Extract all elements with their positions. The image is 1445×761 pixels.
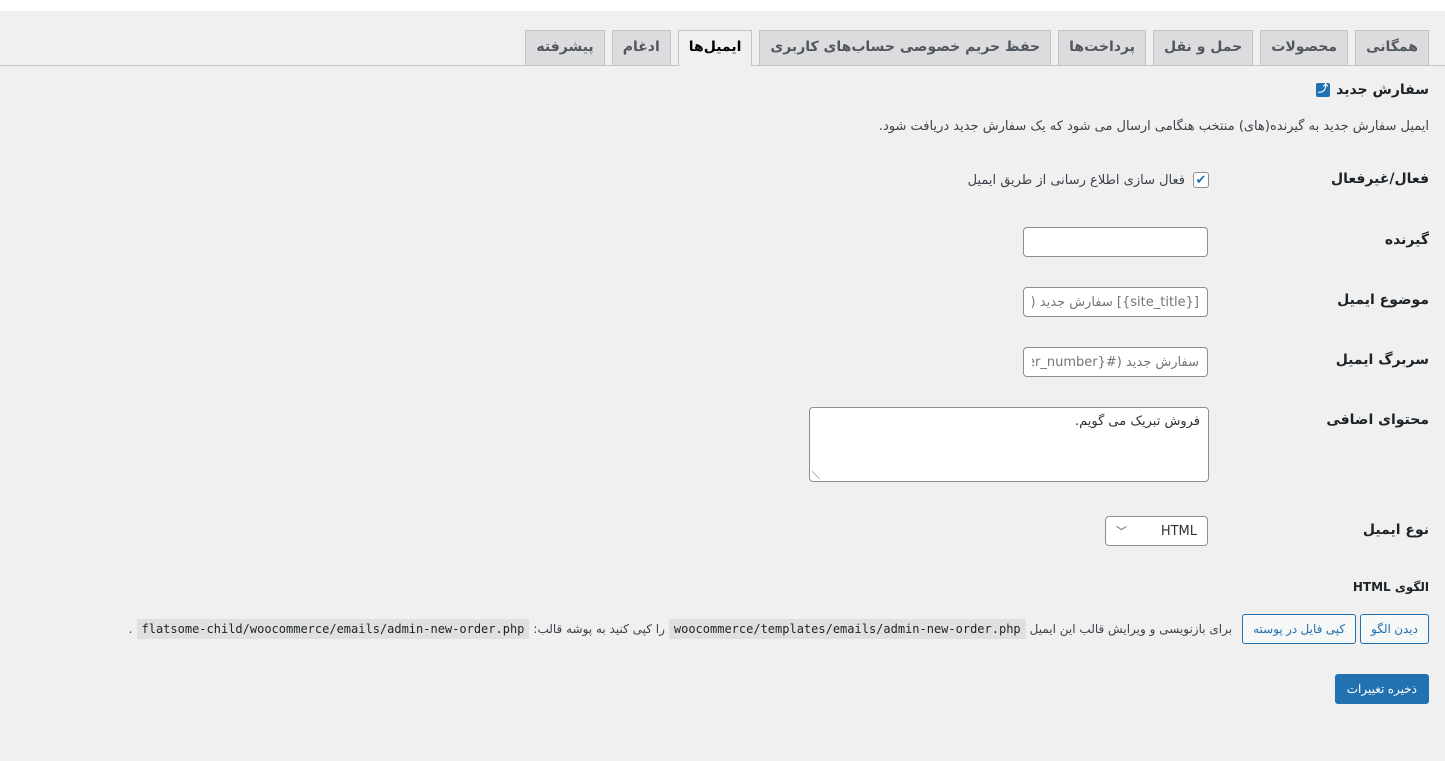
heading-label: سربرگ ایمیل [1335, 352, 1429, 368]
tab-privacy[interactable]: حفظ حریم خصوصی حساب‌های کاربری [759, 30, 1052, 65]
template-source-path: woocommerce/templates/emails/admin-new-o… [668, 619, 1026, 639]
additional-content-value: فروش تبریک می گویم. [1074, 414, 1200, 429]
enable-label: فعال/غیرفعال [1330, 171, 1429, 187]
recipient-label: گیرنده [1384, 232, 1429, 248]
template-row: دیدن الگو کپی فایل در پوسته برای بازنویس… [129, 614, 1429, 644]
tab-payments[interactable]: پرداخت‌ها [1058, 30, 1146, 65]
return-icon[interactable]: ⤴ [1316, 83, 1331, 97]
section-title-text: سفارش جدید [1336, 82, 1429, 98]
tab-advanced[interactable]: پیشرفته [525, 30, 605, 65]
tab-shipping[interactable]: حمل و نقل [1152, 30, 1254, 65]
additional-content-textarea[interactable]: فروش تبریک می گویم. [809, 407, 1209, 482]
email-type-value: HTML [1160, 523, 1197, 539]
recipient-input[interactable] [1023, 227, 1208, 257]
template-text-middle: را کپی کنید به پوشه قالب: [533, 622, 665, 636]
chevron-down-icon: ﹀ [1116, 525, 1127, 538]
tab-integration[interactable]: ادغام [611, 30, 671, 65]
template-text-before: برای بازنویسی و ویرایش قالب این ایمیل [1029, 622, 1233, 636]
section-title: سفارش جدید ⤴ [1316, 82, 1429, 98]
template-text-end: . [128, 622, 133, 636]
subject-input[interactable] [1023, 287, 1208, 317]
copy-template-button[interactable]: کپی فایل در پوسته [1242, 614, 1357, 644]
tab-general[interactable]: همگانی [1355, 30, 1429, 65]
save-changes-button[interactable]: ذخیره تغییرات [1334, 674, 1429, 704]
enable-checkbox-label[interactable]: فعال سازی اطلاع رسانی از طریق ایمیل [968, 173, 1185, 188]
top-strip [0, 0, 1445, 11]
view-template-button[interactable]: دیدن الگو [1360, 614, 1429, 644]
heading-input[interactable] [1023, 347, 1208, 377]
additional-content-label: محتوای اضافی [1326, 412, 1429, 428]
resize-grip-icon[interactable] [812, 471, 820, 479]
template-heading: الگوی HTML [1352, 580, 1429, 594]
enable-row: ✔ فعال سازی اطلاع رسانی از طریق ایمیل [968, 172, 1209, 188]
section-description: ایمیل سفارش جدید به گیرنده(های) منتخب هن… [878, 119, 1429, 134]
tab-emails[interactable]: ایمیل‌ها [677, 30, 753, 66]
email-type-label: نوع ایمیل [1362, 522, 1429, 538]
settings-tabs: همگانی محصولات حمل و نقل پرداخت‌ها حفظ ح… [0, 30, 1445, 66]
email-type-select[interactable]: HTML ﹀ [1105, 516, 1208, 546]
template-target-path: flatsome-child/woocommerce/emails/admin-… [136, 619, 530, 639]
enable-checkbox[interactable]: ✔ [1193, 172, 1209, 188]
tab-products[interactable]: محصولات [1260, 30, 1349, 65]
subject-label: موضوع ایمیل [1337, 292, 1429, 308]
